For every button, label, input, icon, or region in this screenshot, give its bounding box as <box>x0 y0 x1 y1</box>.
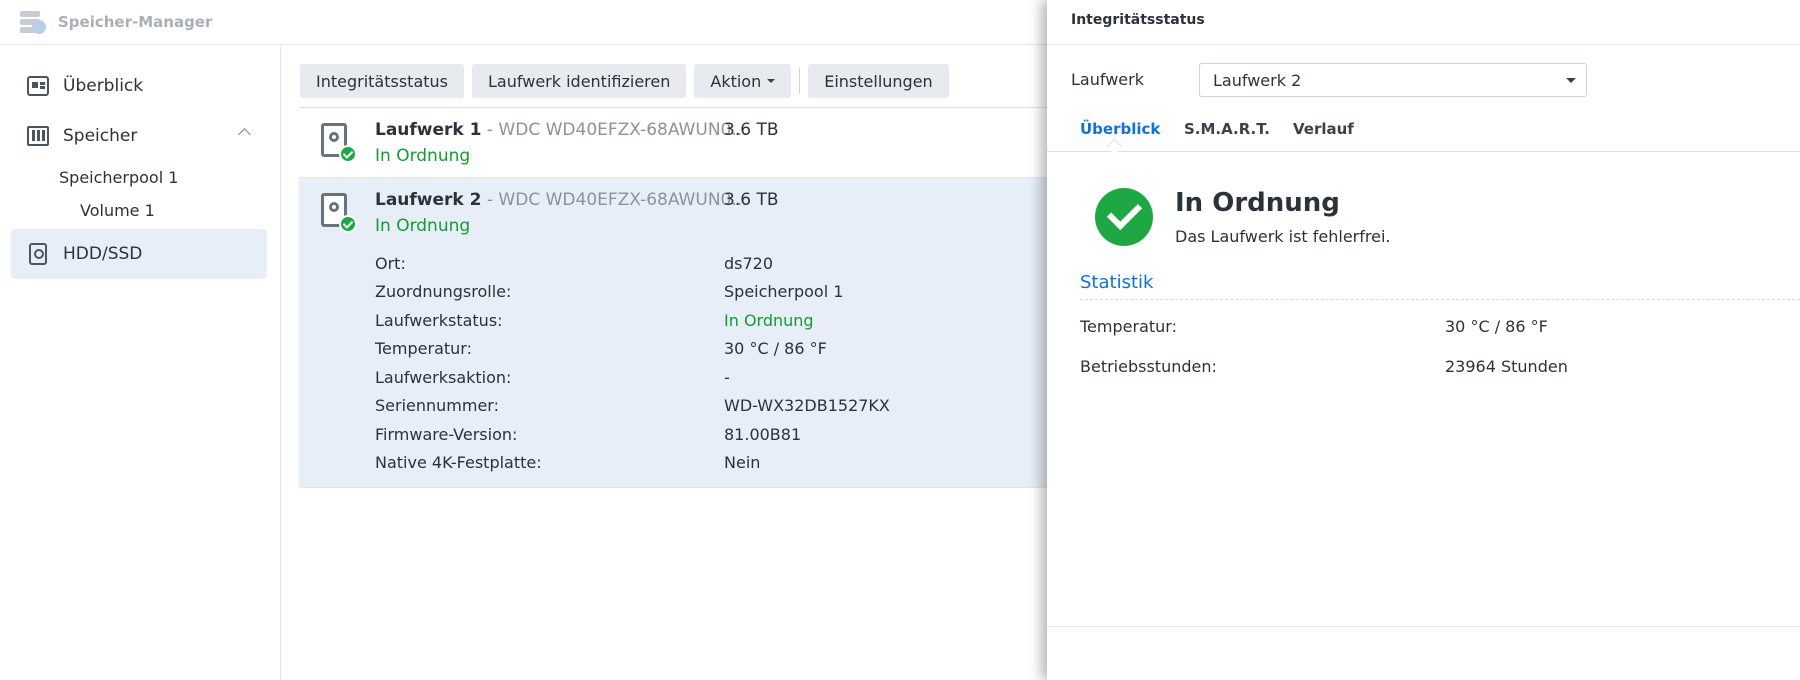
detail-value-drive-status: In Ordnung <box>724 311 814 330</box>
detail-label-drive-status: Laufwerkstatus: <box>375 311 503 330</box>
detail-label-location: Ort: <box>375 254 406 273</box>
health-status-title: In Ordnung <box>1175 188 1340 218</box>
healthy-check-icon <box>1095 188 1153 246</box>
panel-tabs: Überblick S.M.A.R.T. Verlauf <box>1047 106 1800 152</box>
drive-name: Laufwerk 1 <box>375 120 482 140</box>
sidebar-item-label: Speicherpool 1 <box>59 168 179 187</box>
tab-smart[interactable]: S.M.A.R.T. <box>1184 120 1270 138</box>
drive-healthy-icon <box>321 193 357 233</box>
caret-down-icon <box>1566 78 1576 83</box>
chevron-up-icon[interactable] <box>238 128 251 141</box>
divider <box>1047 626 1800 627</box>
hdd-icon <box>29 243 47 265</box>
overview-icon <box>27 76 49 96</box>
divider <box>1080 299 1800 300</box>
detail-value-serial: WD-WX32DB1527KX <box>724 396 890 415</box>
statistics-heading: Statistik <box>1080 272 1154 293</box>
drive-model: - WDC WD40EFZX-68AWUN0... <box>481 120 748 140</box>
storage-manager-app-icon <box>18 7 48 37</box>
identify-drive-button[interactable]: Laufwerk identifizieren <box>472 64 687 98</box>
sidebar-item-label: Volume 1 <box>80 201 155 220</box>
drive-size: 3.6 TB <box>724 120 779 140</box>
drive-status: In Ordnung <box>375 146 471 166</box>
drive-size: 3.6 TB <box>724 190 779 210</box>
drive-row-1[interactable]: Laufwerk 1 - WDC WD40EFZX-68AWUN0... 3.6… <box>299 108 1047 178</box>
action-dropdown-button[interactable]: Aktion <box>694 64 792 98</box>
drive-status: In Ordnung <box>375 216 471 236</box>
health-status-description: Das Laufwerk ist fehlerfrei. <box>1175 227 1391 246</box>
integrity-status-panel: Integritätsstatus Laufwerk Laufwerk 2 Üb… <box>1047 0 1800 680</box>
sidebar-item-storage[interactable]: Speicher <box>11 111 267 161</box>
stat-label-temperature: Temperatur: <box>1080 317 1177 336</box>
sidebar-item-volume-1[interactable]: Volume 1 <box>0 194 280 227</box>
detail-label-role: Zuordnungsrolle: <box>375 282 512 301</box>
sidebar-item-label: HDD/SSD <box>63 244 143 264</box>
drive-model: - WDC WD40EFZX-68AWUN0... <box>481 190 748 210</box>
drive-select-value: Laufwerk 2 <box>1213 70 1302 90</box>
drive-healthy-icon <box>321 123 357 163</box>
detail-value-native-4k: Nein <box>724 453 761 472</box>
detail-value-firmware: 81.00B81 <box>724 425 802 444</box>
stat-value-temperature: 30 °C / 86 °F <box>1445 317 1548 336</box>
detail-label-serial: Seriennummer: <box>375 396 499 415</box>
detail-label-native-4k: Native 4K-Festplatte: <box>375 453 542 472</box>
action-label: Aktion <box>710 71 762 91</box>
sidebar-item-label: Überblick <box>63 76 144 96</box>
title-bar: Speicher-Manager <box>0 0 1047 45</box>
stat-label-operating-hours: Betriebsstunden: <box>1080 357 1217 376</box>
drive-title: Laufwerk 1 - WDC WD40EFZX-68AWUN0... <box>375 120 748 140</box>
toolbar: Integritätsstatus Laufwerk identifiziere… <box>300 64 957 98</box>
panel-title: Integritätsstatus <box>1071 12 1205 28</box>
detail-label-temperature: Temperatur: <box>375 339 472 358</box>
divider <box>1047 44 1800 45</box>
detail-label-firmware: Firmware-Version: <box>375 425 518 444</box>
main-content: Integritätsstatus Laufwerk identifiziere… <box>282 45 1047 680</box>
app-title: Speicher-Manager <box>58 13 213 31</box>
detail-value-drive-action: - <box>724 368 730 387</box>
storage-icon <box>27 126 49 146</box>
drive-list: Laufwerk 1 - WDC WD40EFZX-68AWUN0... 3.6… <box>299 107 1047 488</box>
drive-select[interactable]: Laufwerk 2 <box>1199 63 1587 97</box>
toolbar-divider <box>799 68 801 94</box>
drive-title: Laufwerk 2 - WDC WD40EFZX-68AWUN0... <box>375 190 748 210</box>
detail-label-drive-action: Laufwerksaktion: <box>375 368 512 387</box>
sidebar-item-storage-pool-1[interactable]: Speicherpool 1 <box>0 161 280 194</box>
sidebar-item-overview[interactable]: Überblick <box>11 61 267 111</box>
sidebar-item-hdd-ssd[interactable]: HDD/SSD <box>11 229 267 279</box>
caret-down-icon <box>767 79 776 83</box>
drive-row-2[interactable]: Laufwerk 2 - WDC WD40EFZX-68AWUN0... 3.6… <box>299 178 1047 488</box>
integrity-status-button[interactable]: Integritätsstatus <box>300 64 465 98</box>
detail-value-role: Speicherpool 1 <box>724 282 844 301</box>
tab-history[interactable]: Verlauf <box>1293 120 1354 138</box>
drive-name: Laufwerk 2 <box>375 190 482 210</box>
tab-overview[interactable]: Überblick <box>1080 120 1160 138</box>
detail-value-temperature: 30 °C / 86 °F <box>724 339 827 358</box>
sidebar: Überblick Speicher Speicherpool 1 Volume… <box>0 45 281 680</box>
sidebar-item-label: Speicher <box>63 126 138 146</box>
stat-value-operating-hours: 23964 Stunden <box>1445 357 1568 376</box>
settings-button[interactable]: Einstellungen <box>808 64 949 98</box>
detail-value-location: ds720 <box>724 254 774 273</box>
drive-field-label: Laufwerk <box>1071 70 1144 89</box>
